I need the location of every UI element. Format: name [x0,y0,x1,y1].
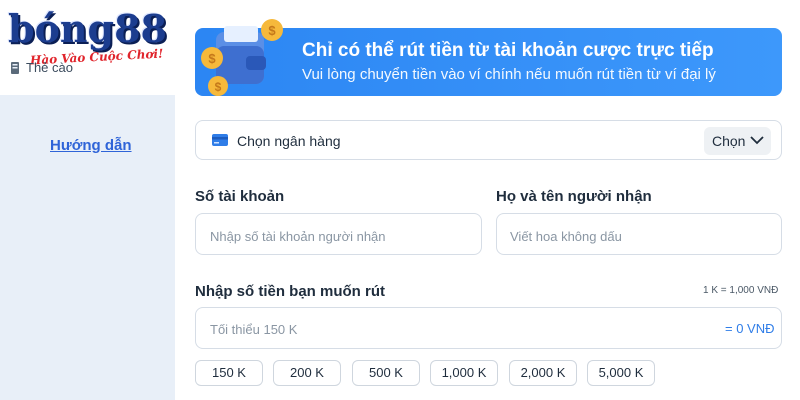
sidebar-item-scratch-card[interactable]: Thẻ cào [10,60,73,75]
amount-converted: = 0 VNĐ [725,321,775,336]
scratch-card-icon [11,61,19,74]
amount-placeholder: Tối thiểu 150 K [210,322,298,337]
quick-amount-chip[interactable]: 5,000 K [587,360,655,386]
banner-subtitle: Vui lòng chuyển tiền vào ví chính nếu mu… [302,66,716,83]
sidebar: bóng88 Hào Vào Cuộc Chơi! Thẻ cào Hướng … [0,0,175,400]
quick-amount-chip[interactable]: 2,000 K [509,360,577,386]
account-number-label: Số tài khoản [195,188,285,205]
exchange-rate: 1 K = 1,000 VNĐ [703,285,779,296]
wallet-coins-icon: $ $ $ [201,19,283,96]
logo-text: bóng88 [8,6,167,51]
choose-button-label: Chọn [712,133,746,149]
amount-label: Nhập số tiền bạn muốn rút [195,283,385,300]
bank-select-label: Chọn ngân hàng [237,133,341,149]
recipient-name-label: Họ và tên người nhận [496,188,652,205]
quick-amount-chip[interactable]: 150 K [195,360,263,386]
quick-amount-chip[interactable]: 500 K [352,360,420,386]
quick-amount-chip[interactable]: 200 K [273,360,341,386]
svg-text:$: $ [215,80,222,94]
choose-bank-button[interactable]: Chọn [704,127,771,155]
bank-card-icon [212,134,228,146]
chevron-down-icon [750,136,764,145]
sidebar-item-label: Thẻ cào [26,60,73,75]
svg-text:$: $ [268,23,276,38]
quick-amount-chip[interactable]: 1,000 K [430,360,498,386]
banner-title: Chỉ có thể rút tiền từ tài khoản cược tr… [302,40,714,61]
svg-text:$: $ [208,51,216,66]
account-number-placeholder: Nhập số tài khoản người nhận [210,229,386,244]
help-link[interactable]: Hướng dẫn [50,137,132,154]
brand-logo[interactable]: bóng88 Hào Vào Cuộc Chơi! [8,4,178,68]
recipient-name-placeholder: Viết hoa không dấu [510,229,622,244]
